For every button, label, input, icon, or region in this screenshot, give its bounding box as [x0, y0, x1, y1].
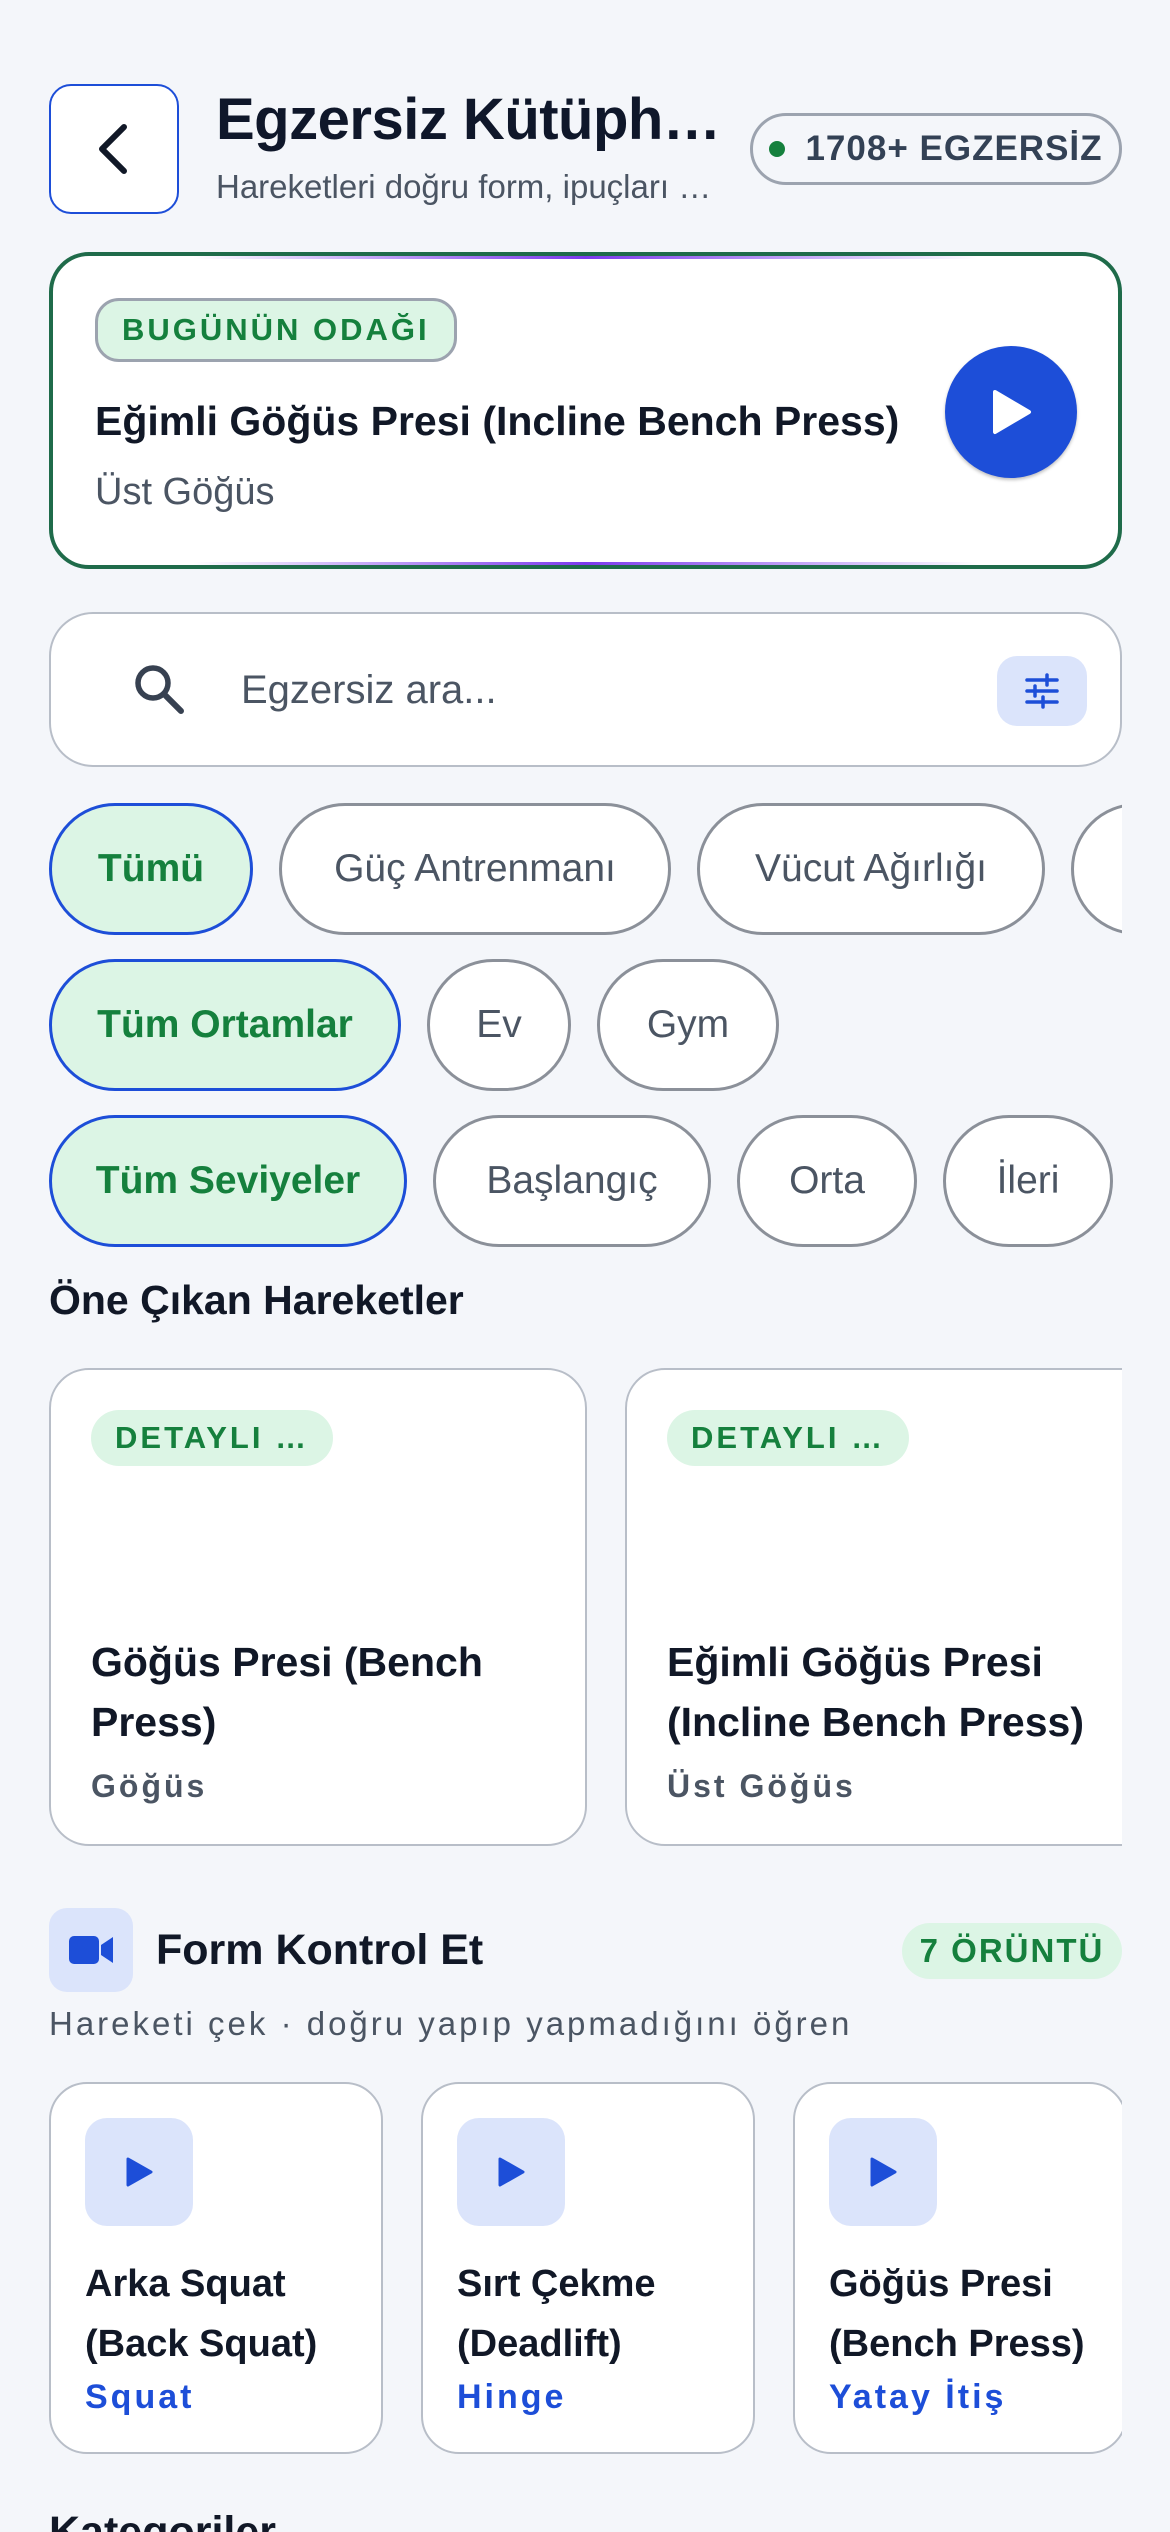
pattern-type: Hinge — [457, 2378, 567, 2416]
focus-exercise-title: Eğimli Göğüs Presi (Incline Bench Press) — [95, 398, 900, 444]
chip-level-intermediate[interactable]: Orta — [737, 1115, 917, 1247]
featured-card[interactable]: DETAYLI … Eğimli Göğüs Presi (Incline Be… — [625, 1368, 1122, 1846]
play-icon — [993, 390, 1031, 434]
pattern-play-button[interactable] — [829, 2118, 937, 2226]
pattern-name: Göğüs Presi (Bench Press) — [829, 2263, 1085, 2365]
focus-tag: BUGÜNÜN ODAĞI — [95, 298, 457, 362]
play-icon — [870, 2157, 897, 2187]
pattern-card[interactable]: Arka Squat (Back Squat) Squat — [49, 2082, 383, 2454]
search-icon — [135, 665, 184, 714]
form-check-icon-box — [49, 1908, 133, 1992]
page-title: Egzersiz Kütüphanesi — [216, 87, 728, 152]
pattern-card[interactable]: Göğüs Presi (Bench Press) Yatay İtiş — [793, 2082, 1122, 2454]
play-icon — [126, 2157, 153, 2187]
featured-exercise-category: Göğüs — [91, 1768, 208, 1804]
level-filter-row: Tüm Seviyeler Başlangıç Orta İleri — [49, 1115, 1122, 1247]
search-bar[interactable] — [49, 612, 1122, 767]
chip-env-all[interactable]: Tüm Ortamlar — [49, 959, 401, 1091]
focus-play-button[interactable] — [945, 346, 1077, 478]
chip-type-cardio[interactable]: Kardiyo — [1071, 803, 1122, 935]
chevron-left-icon — [99, 124, 127, 174]
pattern-card[interactable]: Sırt Çekme (Deadlift) Hinge — [421, 2082, 755, 2454]
chip-level-advanced[interactable]: İleri — [943, 1115, 1113, 1247]
featured-card[interactable]: DETAYLI … Göğüs Presi (Bench Press) Göğü… — [49, 1368, 587, 1846]
pattern-type: Squat — [85, 2378, 195, 2416]
type-filter-row: Tümü Güç Antrenmanı Vücut Ağırlığı Kardi… — [49, 803, 1122, 935]
categories-section-title: Kategoriler — [49, 2508, 277, 2532]
form-check-title: Form Kontrol Et — [156, 1926, 484, 1974]
focus-exercise-muscle: Üst Göğüs — [95, 471, 275, 513]
filter-button[interactable] — [997, 656, 1087, 726]
pattern-carousel[interactable]: Arka Squat (Back Squat) Squat Sırt Çekme… — [49, 2082, 1122, 2454]
pattern-name: Sırt Çekme (Deadlift) — [457, 2263, 656, 2365]
chip-env-gym[interactable]: Gym — [597, 959, 779, 1091]
featured-tag: DETAYLI … — [667, 1410, 910, 1466]
exercise-count-label: 1708+ EGZERSİZ — [805, 129, 1103, 168]
chip-env-home[interactable]: Ev — [427, 959, 571, 1091]
exercise-count-badge: 1708+ EGZERSİZ — [750, 113, 1122, 185]
featured-section-title: Öne Çıkan Hareketler — [49, 1277, 464, 1323]
search-input[interactable] — [241, 654, 1001, 726]
featured-carousel[interactable]: DETAYLI … Göğüs Presi (Bench Press) Göğü… — [49, 1368, 1122, 1846]
form-check-subtitle: Hareketi çek · doğru yapıp yapmadığını ö… — [49, 2005, 853, 2042]
status-dot-icon — [769, 141, 786, 157]
featured-exercise-name: Eğimli Göğüs Presi (Incline Bench Press) — [667, 1639, 1084, 1745]
pattern-play-button[interactable] — [457, 2118, 565, 2226]
chip-type-all[interactable]: Tümü — [49, 803, 253, 935]
back-button[interactable] — [49, 84, 179, 214]
chip-type-bodyweight[interactable]: Vücut Ağırlığı — [697, 803, 1045, 935]
page-subtitle: Hareketleri doğru form, ipuçları ve vide… — [216, 168, 726, 205]
chip-level-all[interactable]: Tüm Seviyeler — [49, 1115, 407, 1247]
sliders-icon — [1025, 673, 1059, 709]
pattern-count-badge: 7 ÖRÜNTÜ — [902, 1923, 1122, 1979]
video-camera-icon — [69, 1936, 113, 1964]
featured-exercise-name: Göğüs Presi (Bench Press) — [91, 1639, 483, 1745]
featured-exercise-category: Üst Göğüs — [667, 1768, 856, 1804]
pattern-play-button[interactable] — [85, 2118, 193, 2226]
chip-type-strength[interactable]: Güç Antrenmanı — [279, 803, 671, 935]
featured-tag: DETAYLI … — [91, 1410, 334, 1466]
play-icon — [498, 2157, 525, 2187]
chip-level-beginner[interactable]: Başlangıç — [433, 1115, 711, 1247]
todays-focus-card[interactable]: BUGÜNÜN ODAĞI Eğimli Göğüs Presi (Inclin… — [49, 252, 1122, 569]
pattern-name: Arka Squat (Back Squat) — [85, 2263, 318, 2365]
environment-filter-row: Tüm Ortamlar Ev Gym — [49, 959, 1122, 1091]
pattern-type: Yatay İtiş — [829, 2378, 1007, 2416]
